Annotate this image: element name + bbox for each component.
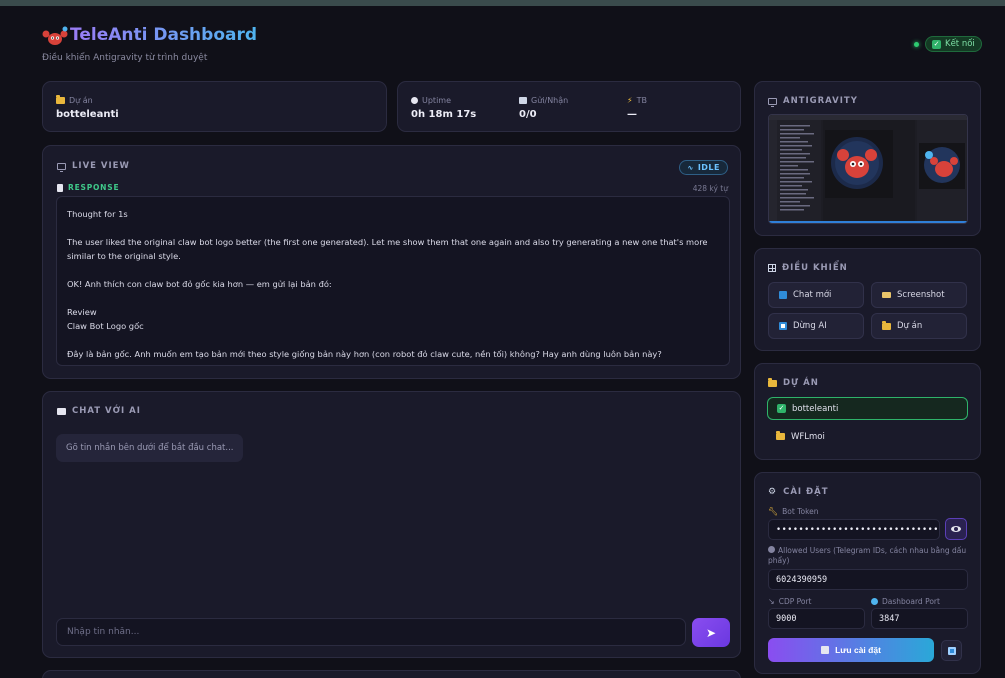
stop-ai-button[interactable]: Dừng AI (768, 313, 864, 339)
clock-icon (411, 97, 418, 104)
controls-card: ĐIỀU KHIỂN Chat mới Screenshot Dừng AI D… (754, 248, 981, 351)
app-title: TeleAnti Dashboard (70, 25, 258, 45)
response-label: RESPONSE (57, 183, 119, 192)
uptime-label: Uptime (411, 96, 451, 105)
sent-received-value: 0/0 (519, 109, 537, 120)
square-icon (947, 646, 956, 655)
tb-value: — (627, 109, 637, 120)
claw-bot-logo-icon (42, 26, 68, 45)
send-button[interactable]: ➤ (692, 618, 730, 647)
check-icon: ✓ (777, 404, 786, 413)
dashboard-port-input[interactable]: 3847 (871, 608, 968, 629)
project-item-wflmoi[interactable]: WFLmoi (767, 425, 968, 448)
connection-status: ✓ Kết nối (914, 36, 982, 52)
sent-received-label: Gửi/Nhận (519, 96, 568, 105)
window-top-strip (0, 0, 1005, 6)
bot-token-input[interactable]: •••••••••••••••••••••••••••••••••• (768, 519, 940, 540)
bottom-card (42, 670, 741, 678)
project-stat-value: botteleanti (56, 109, 119, 120)
response-line: The user liked the original claw bot log… (67, 237, 708, 261)
response-content: Thought for 1s The user liked the origin… (56, 196, 730, 366)
monitor-icon (768, 97, 777, 107)
camera-icon (882, 292, 891, 298)
response-line: Thought for 1s (67, 209, 128, 219)
new-chat-button[interactable]: Chat mới (768, 282, 864, 308)
link-icon: ↘ (768, 597, 775, 606)
ide-screenshot-image (769, 115, 967, 223)
antigravity-title: ANTIGRAVITY (768, 96, 858, 107)
chat-card: CHAT VỚI AI Gõ tin nhắn bên dưới để bắt … (42, 391, 741, 658)
app-subtitle: Điều khiển Antigravity từ trình duyệt (42, 53, 208, 63)
inbox-icon (519, 97, 527, 104)
new-chat-icon (779, 291, 787, 299)
project-button[interactable]: Dự án (871, 313, 967, 339)
chat-message-input[interactable] (56, 618, 686, 646)
live-view-title: LIVE VIEW (57, 161, 130, 172)
settings-title: ⚙ CÀI ĐẶT (768, 487, 829, 497)
response-line: Review (67, 307, 97, 317)
folder-icon (56, 95, 65, 104)
chat-bubble-icon (57, 407, 66, 415)
dashboard-port-label: Dashboard Port (871, 597, 940, 606)
live-view-card: LIVE VIEW ∿ IDLE RESPONSE 428 ký tự Thou… (42, 145, 741, 379)
save-icon (821, 646, 830, 654)
folder-icon (776, 431, 785, 440)
char-count: 428 ký tự (692, 184, 728, 193)
folder-icon (768, 377, 777, 387)
metrics-card: Uptime 0h 18m 17s Gửi/Nhận 0/0 ⚡ TB — (397, 81, 741, 132)
project-stat-card: Dự án botteleanti (42, 81, 387, 132)
send-arrow-icon: ➤ (705, 625, 717, 640)
activity-icon: ∿ (687, 163, 694, 172)
extra-settings-button[interactable] (941, 640, 962, 661)
antigravity-card: ANTIGRAVITY (754, 81, 981, 236)
idle-status-badge: ∿ IDLE (679, 160, 728, 175)
response-line: OK! Anh thích con claw bot đỏ gốc kia hơ… (67, 279, 332, 289)
response-line: Đây là bản gốc. Anh muốn em tạo bản mới … (67, 349, 662, 359)
wrench-icon: 🔧︎ (768, 507, 779, 516)
allowed-users-input[interactable]: 6024390959 (768, 569, 968, 590)
antigravity-screen-preview[interactable] (768, 114, 968, 224)
uptime-value: 0h 18m 17s (411, 109, 477, 120)
projects-card: DỰ ÁN ✓ botteleanti WFLmoi (754, 363, 981, 460)
user-icon (768, 546, 775, 553)
status-badge: ✓ Kết nối (925, 36, 982, 52)
allowed-users-label: Allowed Users (Telegram IDs, cách nhau b… (768, 546, 967, 565)
monitor-icon (57, 162, 66, 172)
controls-title: ĐIỀU KHIỂN (768, 263, 848, 273)
settings-card: ⚙ CÀI ĐẶT 🔧︎ Bot Token •••••••••••••••••… (754, 472, 981, 674)
cdp-port-label: ↘ CDP Port (768, 597, 812, 606)
globe-icon (871, 598, 878, 605)
stop-icon (779, 322, 787, 330)
folder-icon (882, 320, 891, 330)
chat-title: CHAT VỚI AI (57, 406, 141, 416)
chat-empty-message: Gõ tin nhắn bên dưới để bắt đầu chat... (56, 434, 244, 462)
response-line: Claw Bot Logo gốc (67, 321, 144, 331)
tb-label: ⚡ TB (627, 96, 647, 105)
save-settings-button[interactable]: Lưu cài đặt (768, 638, 934, 662)
show-token-button[interactable] (945, 518, 967, 540)
projects-title: DỰ ÁN (768, 377, 819, 388)
project-stat-label: Dự án (56, 95, 93, 105)
project-item-botteleanti[interactable]: ✓ botteleanti (767, 397, 968, 420)
status-text: Kết nối (945, 39, 975, 49)
bot-token-label: 🔧︎ Bot Token (768, 507, 819, 516)
lightning-icon: ⚡ (627, 96, 633, 105)
eye-icon (951, 526, 961, 532)
check-icon: ✓ (932, 39, 941, 49)
document-icon (57, 183, 63, 192)
cdp-port-input[interactable]: 9000 (768, 608, 865, 629)
grid-icon (768, 264, 776, 272)
screenshot-button[interactable]: Screenshot (871, 282, 967, 308)
status-dot-icon (914, 41, 919, 47)
gear-icon: ⚙ (768, 487, 778, 497)
